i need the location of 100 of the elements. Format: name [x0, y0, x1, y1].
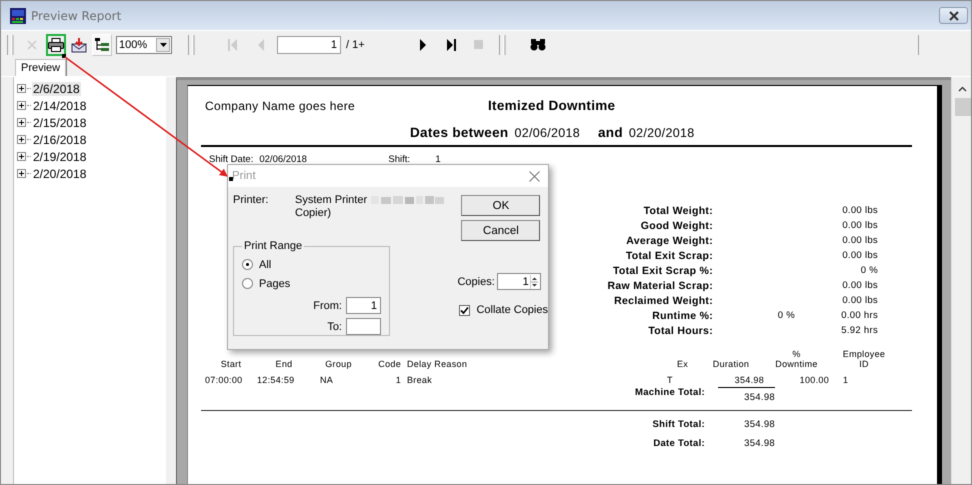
page-number-field[interactable]: 1 — [277, 36, 341, 54]
last-page-icon[interactable] — [446, 38, 456, 50]
column-header: Code — [377, 359, 401, 369]
table-cell-text: T — [667, 375, 674, 385]
window-title: Preview Report — [31, 8, 122, 22]
toolbar-grip[interactable] — [498, 34, 504, 54]
printer-icon[interactable] — [48, 38, 64, 52]
stat-value: 0 % — [860, 265, 878, 276]
stat-label: Reclaimed Weight: — [613, 294, 713, 306]
date-from: 02/06/2018 — [514, 126, 580, 140]
stat-label: Total Weight: — [642, 204, 713, 216]
shift-label: Shift: — [388, 154, 412, 165]
expand-icon[interactable] — [17, 152, 26, 161]
stat-label: Total Hours: — [647, 324, 713, 336]
radio-label: Pages — [259, 278, 290, 290]
checkbox-label: Collate Copies — [476, 304, 548, 316]
column-header: % Downtime — [774, 349, 819, 369]
group-title: Print Range — [243, 240, 304, 252]
stat-label: Runtime %: — [651, 310, 713, 322]
radio-button[interactable] — [242, 278, 253, 289]
zoom-dropdown[interactable]: 100% — [116, 36, 172, 54]
column-header: Employee ID — [842, 349, 886, 369]
table-cell-text: 07:00:00 — [205, 375, 244, 385]
tree-icon[interactable] — [95, 38, 109, 52]
expand-icon[interactable] — [17, 135, 26, 144]
vertical-scrollbar[interactable] — [951, 77, 971, 484]
dates-label: Dates between — [410, 125, 508, 140]
report-title: Itemized Downtime — [488, 98, 616, 113]
table-cell-text: 1 — [842, 375, 850, 385]
tree-item[interactable]: 2/19/2018 — [32, 150, 88, 164]
radio-label: All — [259, 258, 272, 270]
next-page-icon[interactable] — [418, 38, 427, 50]
stat-value: 0.00 lbs — [841, 205, 878, 216]
table-cell-text: 354.98 — [734, 375, 764, 385]
tree-item[interactable]: 2/16/2018 — [32, 132, 88, 146]
column-header: Group — [324, 359, 353, 369]
machine-total-label: Machine Total: — [634, 387, 705, 400]
shift-date: 02/06/2018 — [259, 154, 308, 165]
column-header: Duration — [712, 359, 750, 369]
printer-name: System Printer — [295, 194, 368, 206]
print-button[interactable] — [46, 34, 66, 56]
from-field[interactable]: 1 — [346, 297, 381, 314]
cancel-button[interactable]: Cancel — [461, 220, 540, 241]
column-header: Delay Reason — [406, 359, 468, 369]
copies-label: Copies: — [457, 276, 495, 288]
stat-value: 0.00 lbs — [841, 295, 878, 306]
tree-item[interactable]: 2/20/2018 — [32, 166, 88, 180]
table-cell-text: NA — [319, 375, 334, 385]
table-cell-text: Break — [406, 375, 434, 385]
date-total-label: Date Total: — [652, 438, 705, 449]
stat-value: 0.00 lbs — [841, 280, 878, 291]
toolbar-grip[interactable] — [7, 34, 12, 54]
spin-arrows-icon[interactable] — [530, 274, 538, 288]
radio-button[interactable] — [242, 259, 253, 270]
shift-date-label: Shift Date: — [209, 154, 254, 165]
table-cell-text: 100.00 — [798, 375, 829, 385]
copies-spinner[interactable]: 1 — [496, 273, 541, 290]
stat-value: 0.00 lbs — [841, 250, 878, 261]
binoculars-icon[interactable] — [530, 38, 546, 51]
printer-label: Printer: — [233, 194, 270, 208]
caret-icon[interactable] — [160, 42, 166, 46]
stat-label: Total Exit Scrap: — [624, 250, 713, 262]
close-button[interactable] — [939, 7, 968, 24]
stat-value: 0.00 hrs — [840, 310, 878, 321]
tree-toggle-button[interactable] — [92, 34, 112, 56]
table-cell-text: 1 — [394, 375, 401, 385]
stat-value: 5.92 hrs — [840, 325, 878, 336]
shift-total-value: 354.98 — [743, 419, 775, 430]
toolbar-separator — [918, 34, 919, 54]
to-label: To: — [327, 320, 342, 332]
stat-value: 0.00 lbs — [841, 235, 878, 246]
dialog-title: Print — [232, 170, 256, 182]
expand-icon[interactable] — [17, 118, 26, 127]
from-label: From: — [313, 300, 342, 312]
printer-name: Copier) — [295, 207, 332, 219]
checkbox[interactable] — [459, 304, 470, 316]
stat-label: Total Exit Scrap %: — [612, 264, 713, 276]
preview-tab[interactable]: Preview — [15, 59, 66, 76]
scroll-thumb[interactable] — [954, 98, 970, 116]
date-total-value: 354.98 — [743, 438, 775, 449]
tree-item[interactable]: 2/14/2018 — [32, 98, 88, 112]
expand-icon[interactable] — [17, 101, 26, 110]
column-header: End — [274, 359, 294, 369]
expand-icon[interactable] — [17, 84, 26, 93]
tree-item[interactable]: 2/6/2018 — [32, 82, 81, 96]
stat-label: Average Weight: — [625, 234, 713, 246]
ok-button[interactable]: OK — [461, 195, 540, 216]
machine-total-value: 354.98 — [718, 387, 775, 403]
company-name: Company Name goes here — [205, 99, 356, 113]
to-field[interactable] — [346, 318, 381, 335]
column-header: Start — [220, 359, 242, 369]
stat-label: Good Weight: — [640, 220, 713, 232]
stat-label: Raw Material Scrap: — [606, 280, 713, 292]
expand-icon[interactable] — [17, 169, 26, 178]
shift-number: 1 — [435, 154, 441, 165]
date-to: 02/20/2018 — [628, 126, 694, 140]
shift-total-label: Shift Total: — [652, 419, 705, 430]
tree-item[interactable]: 2/15/2018 — [32, 116, 88, 130]
close-icon[interactable] — [948, 10, 960, 20]
toolbar-grip[interactable] — [188, 34, 193, 54]
